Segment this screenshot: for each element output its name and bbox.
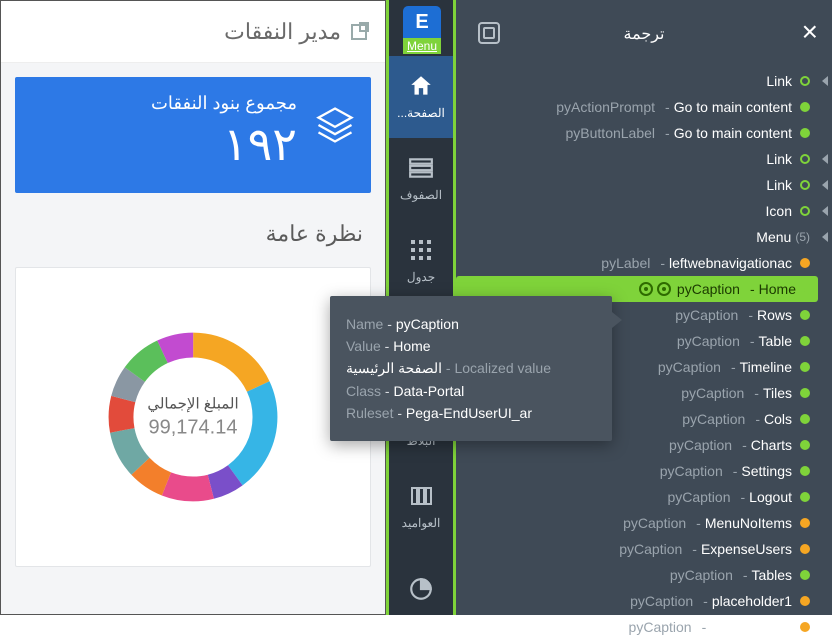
status-dot-icon — [800, 492, 810, 502]
menu-label[interactable]: Menu — [403, 38, 441, 54]
preview-header: مدير النفقات — [1, 1, 385, 63]
status-dot-icon — [800, 622, 810, 632]
tree-node-menu[interactable]: Menu(5) — [456, 224, 814, 250]
app-badge[interactable]: E — [403, 6, 441, 38]
tree-item[interactable]: pyCaption-placeholder1 — [456, 588, 814, 614]
panel-header: ترجمة × — [456, 0, 832, 68]
rows-icon — [407, 156, 435, 180]
tree-item[interactable]: pyCaption-Settings — [456, 458, 814, 484]
layers-icon — [313, 103, 357, 147]
nav-item-chart[interactable] — [389, 548, 453, 630]
collapse-arrow-icon[interactable] — [822, 76, 828, 86]
status-dot-icon — [800, 440, 810, 450]
status-dot-icon — [800, 362, 810, 372]
status-dot-icon — [800, 154, 810, 164]
summary-card-value: ١٩٢ — [223, 117, 297, 171]
status-dot-icon — [800, 102, 810, 112]
chart-icon — [407, 577, 435, 601]
tree-item[interactable]: pyCaption-Logout — [456, 484, 814, 510]
collapse-arrow-icon[interactable] — [822, 180, 828, 190]
nav-item-label: ...الصفحة — [397, 106, 445, 120]
status-dot-icon — [800, 544, 810, 554]
donut-chart-card: المبلغ الإجمالي 99,174.14 — [15, 267, 371, 567]
status-dot-icon — [804, 284, 814, 294]
tree-item[interactable]: pyCaption-MenuNoItems — [456, 510, 814, 536]
collapse-arrow-icon[interactable] — [822, 154, 828, 164]
preview-title: مدير النفقات — [224, 19, 341, 45]
home-icon — [407, 74, 435, 98]
status-dot-icon — [800, 206, 810, 216]
tree-item[interactable]: pyLabel-leftwebnavigationac — [456, 250, 814, 276]
nav-item-rows[interactable]: الصفوف — [389, 138, 453, 220]
status-dot-icon — [800, 310, 810, 320]
expand-icon[interactable] — [478, 22, 500, 44]
status-dot-icon — [800, 596, 810, 606]
nav-item-label: الصفوف — [400, 188, 442, 202]
nav-item-label: العواميد — [402, 516, 441, 530]
tree-item[interactable]: pyActionPrompt-Go to main content — [456, 94, 814, 120]
status-dot-icon — [800, 258, 810, 268]
cols-icon — [407, 484, 435, 508]
status-dot-icon — [800, 388, 810, 398]
tree-item[interactable]: pyCaption-Placeholder2 — [456, 614, 814, 640]
nav-item-grid[interactable]: جدول — [389, 220, 453, 302]
nav-item-home[interactable]: ...الصفحة — [389, 56, 453, 138]
grid-icon — [407, 238, 435, 262]
tree-node-link[interactable]: Link — [456, 146, 814, 172]
close-icon[interactable]: × — [802, 16, 818, 48]
tree-node-icon[interactable]: Icon — [456, 198, 814, 224]
overview-section-title: نظرة عامة — [1, 207, 385, 261]
status-dot-icon — [800, 128, 810, 138]
status-dot-icon — [800, 76, 810, 86]
collapse-icon[interactable] — [351, 24, 367, 40]
summary-card-title: مجموع بنود النفقات — [151, 93, 297, 114]
dashboard-preview: مدير النفقات مجموع بنود النفقات ١٩٢ نظرة… — [0, 0, 386, 615]
panel-title: ترجمة — [624, 24, 665, 44]
nav-item-cols[interactable]: العواميد — [389, 466, 453, 548]
donut-value: 99,174.14 — [147, 417, 238, 440]
donut-label: المبلغ الإجمالي — [147, 395, 238, 413]
tree-item[interactable]: pyCaption-ExpenseUsers — [456, 536, 814, 562]
status-dot-icon — [800, 180, 810, 190]
status-dot-icon — [800, 466, 810, 476]
status-dot-icon — [800, 570, 810, 580]
collapse-arrow-icon[interactable] — [822, 206, 828, 216]
property-tooltip: Name - pyCaption Value - Home الصفحة الر… — [330, 296, 612, 441]
summary-card[interactable]: مجموع بنود النفقات ١٩٢ — [15, 77, 371, 193]
tree-item[interactable]: pyButtonLabel-Go to main content — [456, 120, 814, 146]
status-dot-icon — [800, 414, 810, 424]
status-dot-icon — [800, 518, 810, 528]
collapse-arrow-icon[interactable] — [822, 232, 828, 242]
tree-item[interactable]: pyCaption-Tables — [456, 562, 814, 588]
nav-item-label: جدول — [407, 270, 435, 284]
status-dot-icon — [800, 336, 810, 346]
tree-node-link[interactable]: Link — [456, 68, 814, 94]
tree-node-link[interactable]: Link — [456, 172, 814, 198]
